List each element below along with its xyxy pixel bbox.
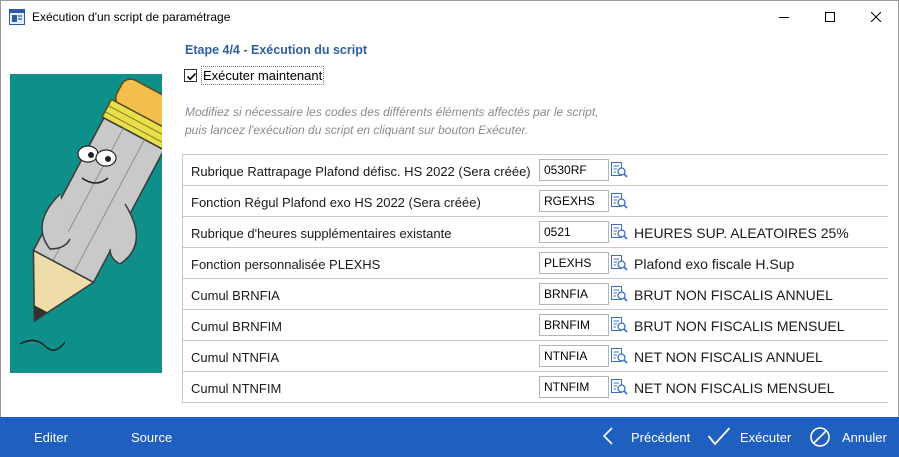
magnifier-lookup-icon[interactable] <box>611 379 628 395</box>
parameter-grid: Rubrique Rattrapage Plafond défisc. HS 2… <box>182 154 888 404</box>
parameter-row: Cumul NTNFIM NET NON FISCALIS MENSUEL <box>182 372 888 403</box>
parameter-row: Fonction Régul Plafond exo HS 2022 (Sera… <box>182 186 888 217</box>
parameter-row: Rubrique d'heures supplémentaires exista… <box>182 217 888 248</box>
cancel-circle-icon[interactable] <box>809 426 831 448</box>
execute-now-label[interactable]: Exécuter maintenant <box>200 66 325 85</box>
parameter-code-input[interactable] <box>539 252 609 274</box>
parameter-label: Fonction Régul Plafond exo HS 2022 (Sera… <box>191 195 481 210</box>
parameter-description: NET NON FISCALIS ANNUEL <box>634 349 823 365</box>
magnifier-lookup-icon[interactable] <box>611 162 628 178</box>
parameter-code-input[interactable] <box>539 190 609 212</box>
parameter-label: Fonction personnalisée PLEXHS <box>191 257 381 272</box>
magnifier-lookup-icon[interactable] <box>611 224 628 240</box>
close-icon <box>871 12 881 22</box>
parameter-description: HEURES SUP. ALEATOIRES 25% <box>634 225 849 241</box>
chevron-left-icon[interactable] <box>601 426 615 446</box>
parameter-label: Cumul NTNFIM <box>191 381 282 396</box>
checkmark-icon[interactable] <box>707 426 731 448</box>
parameter-row: Cumul BRNFIM BRUT NON FISCALIS MENSUEL <box>182 310 888 341</box>
parameter-label: Rubrique d'heures supplémentaires exista… <box>191 226 452 241</box>
action-bar: Editer Source Précédent Exécuter Annuler <box>0 417 899 457</box>
execute-now-checkbox[interactable] <box>184 69 197 82</box>
editer-button[interactable]: Editer <box>34 430 68 445</box>
executer-button[interactable]: Exécuter <box>740 430 791 445</box>
maximize-button[interactable] <box>807 1 853 33</box>
close-button[interactable] <box>853 1 899 33</box>
parameter-label: Rubrique Rattrapage Plafond défisc. HS 2… <box>191 164 531 179</box>
maximize-icon <box>825 12 835 22</box>
parameter-code-input[interactable] <box>539 376 609 398</box>
checkmark-icon <box>186 72 197 81</box>
parameter-label: Cumul BRNFIA <box>191 288 280 303</box>
title-bar: Exécution d'un script de paramétrage <box>0 0 899 33</box>
parameter-description: Plafond exo fiscale H.Sup <box>634 256 795 272</box>
parameter-row: Rubrique Rattrapage Plafond défisc. HS 2… <box>182 155 888 186</box>
magnifier-lookup-icon[interactable] <box>611 317 628 333</box>
minimize-icon <box>779 17 789 18</box>
parameter-description: NET NON FISCALIS MENSUEL <box>634 380 835 396</box>
parameter-code-input[interactable] <box>539 345 609 367</box>
app-window-icon <box>9 9 25 25</box>
parameter-description: BRUT NON FISCALIS MENSUEL <box>634 318 845 334</box>
parameter-code-input[interactable] <box>539 283 609 305</box>
parameter-row: Cumul BRNFIA BRUT NON FISCALIS ANNUEL <box>182 279 888 310</box>
pencil-mascot-illustration <box>10 74 162 373</box>
precedent-button[interactable]: Précédent <box>631 430 690 445</box>
parameter-row: Cumul NTNFIA NET NON FISCALIS ANNUEL <box>182 341 888 372</box>
parameter-label: Cumul NTNFIA <box>191 350 280 365</box>
magnifier-lookup-icon[interactable] <box>611 286 628 302</box>
magnifier-lookup-icon[interactable] <box>611 193 628 209</box>
window-title: Exécution d'un script de paramétrage <box>32 10 231 24</box>
parameter-code-input[interactable] <box>539 159 609 181</box>
parameter-code-input[interactable] <box>539 221 609 243</box>
parameter-label: Cumul BRNFIM <box>191 319 283 334</box>
hint-line-2: puis lancez l'exécution du script en cli… <box>185 123 529 137</box>
hint-line-1: Modifiez si nécessaire les codes des dif… <box>185 105 599 119</box>
parameter-description: BRUT NON FISCALIS ANNUEL <box>634 287 833 303</box>
magnifier-lookup-icon[interactable] <box>611 348 628 364</box>
annuler-button[interactable]: Annuler <box>842 430 887 445</box>
source-button[interactable]: Source <box>131 430 172 445</box>
step-title: Etape 4/4 - Exécution du script <box>185 43 367 57</box>
minimize-button[interactable] <box>761 1 807 33</box>
parameter-row: Fonction personnalisée PLEXHS Plafond exo… <box>182 248 888 279</box>
magnifier-lookup-icon[interactable] <box>611 255 628 271</box>
parameter-code-input[interactable] <box>539 314 609 336</box>
